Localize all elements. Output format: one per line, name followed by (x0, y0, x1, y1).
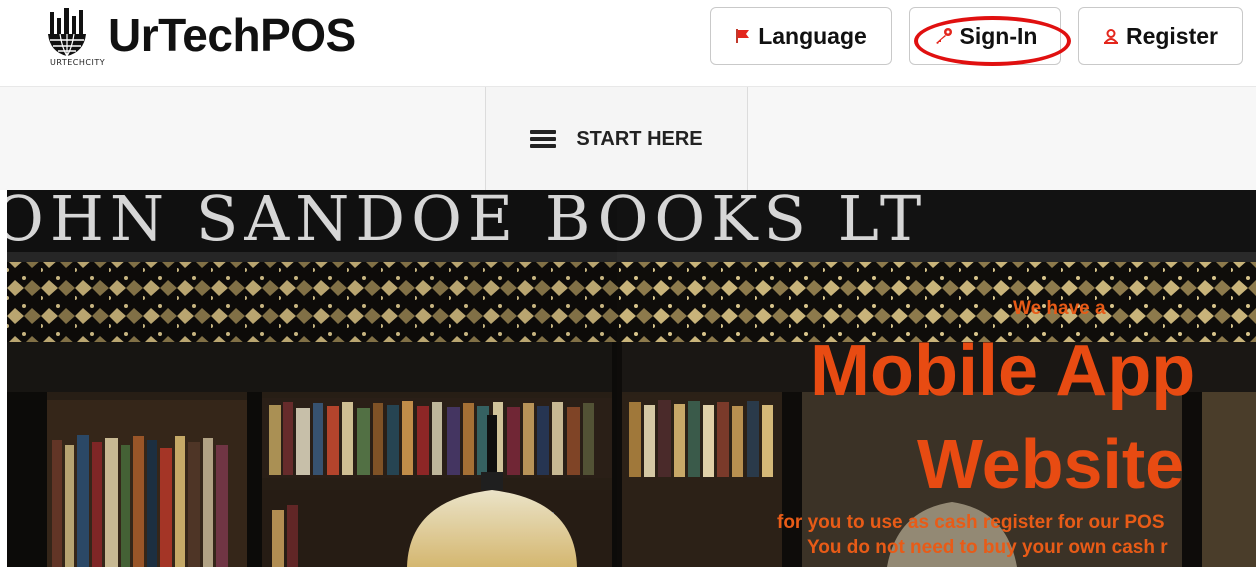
site-title[interactable]: UrTechPOS (108, 8, 356, 62)
hero-headline-mobile-app: Mobile App (810, 331, 1196, 411)
hamburger-icon (530, 130, 557, 148)
hero-copy: We have a Mobile App Website for you to … (7, 190, 1256, 567)
key-icon (933, 27, 953, 45)
hero-tagline: We have a (1013, 298, 1106, 319)
language-label: Language (758, 22, 867, 49)
start-here-label: START HERE (576, 127, 703, 150)
logo-caption: URTECHCITY (50, 58, 106, 67)
hero-description-line-1: for you to use as cash register for our … (777, 512, 1165, 533)
site-header: URTECHCITY UrTechPOS Language Sign-In Re… (0, 0, 1256, 86)
hero-description-line-2: You do not need to buy your own cash r (807, 537, 1168, 558)
register-button[interactable]: Register (1078, 7, 1243, 65)
start-here-menu[interactable]: START HERE (485, 87, 748, 191)
hero-banner: OHN SANDOE BOOKS LT We have a Mobile App… (7, 190, 1256, 567)
sign-in-label: Sign-In (959, 22, 1038, 49)
register-label: Register (1125, 22, 1219, 49)
sign-in-button[interactable]: Sign-In (909, 7, 1061, 65)
language-button[interactable]: Language (710, 7, 892, 65)
flag-icon (735, 28, 751, 44)
user-icon (1103, 28, 1119, 44)
hero-headline-website: Website (917, 425, 1185, 503)
main-nav: START HERE (0, 86, 1256, 191)
